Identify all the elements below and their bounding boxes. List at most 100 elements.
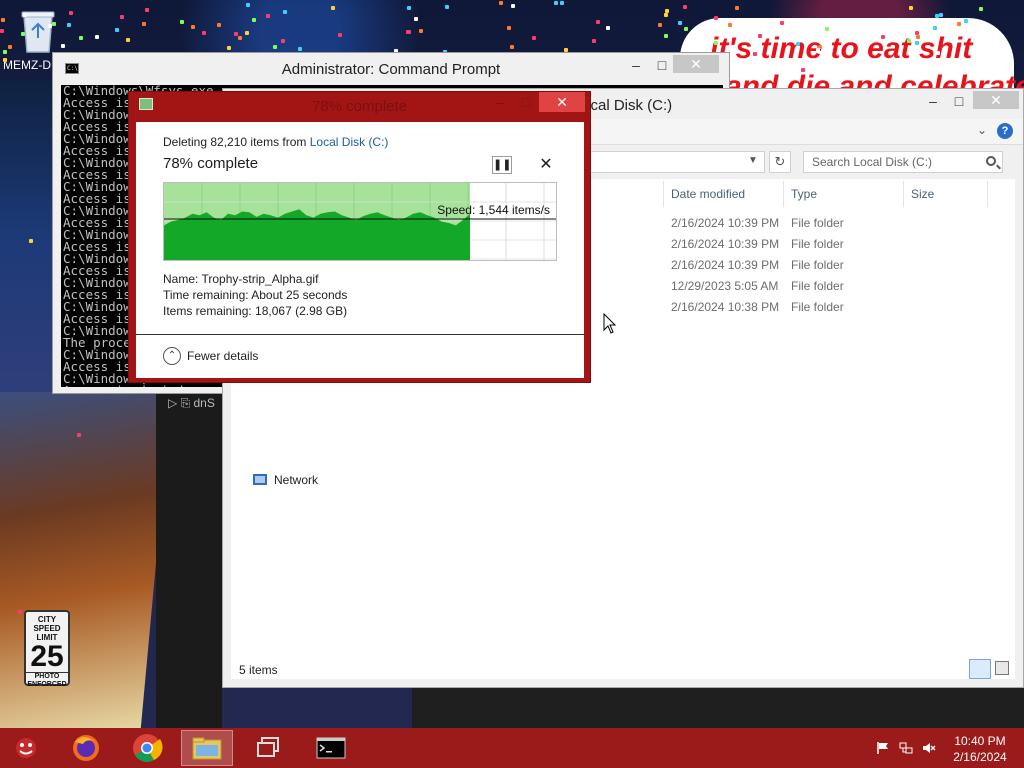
speed-graph-svg [164, 183, 556, 260]
explorer-maximize-button[interactable]: □ [946, 91, 972, 111]
percent-complete: 78% complete [163, 155, 259, 172]
confetti-particle [939, 13, 943, 17]
confetti-particle [252, 18, 256, 22]
file-type: File folder [791, 216, 844, 230]
large-icons-view-icon[interactable] [995, 661, 1009, 675]
confetti-particle [227, 46, 231, 50]
column-header-date[interactable]: Date modified [671, 187, 745, 201]
tree-item[interactable]: ▷ ⎘ dnS [168, 396, 215, 411]
confetti-particle [202, 31, 206, 35]
cancel-operation-button[interactable]: ✕ [538, 156, 554, 174]
file-type: File folder [791, 237, 844, 251]
confetti-particle [923, 32, 927, 36]
taskbar-explorer-button[interactable] [181, 730, 233, 766]
status-item-count: 5 items [239, 663, 278, 677]
file-row[interactable]: 2/16/2024 10:39 PM File folder [671, 237, 1011, 257]
confetti-particle [684, 27, 688, 31]
cmd-minimize-button[interactable]: – [623, 55, 649, 75]
dialog-minimize-button[interactable]: – [487, 92, 513, 112]
confetti-particle [281, 39, 285, 43]
chevron-up-icon: ⌃ [163, 347, 181, 365]
recycle-bin-label[interactable]: MEMZ-D [3, 58, 55, 72]
taskbar-firefox-button[interactable] [60, 730, 112, 766]
confetti-particle [816, 48, 820, 52]
fewer-details-label: Fewer details [187, 349, 259, 363]
confetti-particle [3, 50, 7, 54]
taskbar-clock-time[interactable]: 10:40 PM [940, 734, 1020, 748]
tree-item-label: dnS [193, 396, 215, 410]
folder-icon [192, 737, 222, 760]
confetti-particle [3, 58, 7, 62]
ribbon-expand-chevron-icon[interactable]: ⌄ [977, 123, 987, 137]
confetti-particle [596, 20, 600, 24]
file-date: 2/16/2024 10:39 PM [671, 237, 780, 251]
confetti-particle [67, 23, 71, 27]
confetti-particle [120, 15, 124, 19]
speed-label: Speed: 1,544 items/s [437, 203, 550, 217]
taskbar-task-view-button[interactable] [243, 730, 295, 766]
volume-muted-icon[interactable] [922, 742, 936, 754]
address-dropdown-chevron-icon[interactable]: ▼ [748, 155, 758, 166]
network-tray-icon[interactable] [899, 742, 913, 754]
confetti-particle [79, 36, 83, 40]
confetti-particle [217, 23, 221, 27]
confetti-particle [52, 22, 56, 26]
confetti-particle [1, 18, 5, 22]
file-row[interactable]: 2/16/2024 10:38 PM File folder [671, 300, 1011, 320]
confetti-particle [881, 35, 885, 39]
confetti-particle [266, 14, 270, 18]
file-row[interactable]: 2/16/2024 10:39 PM File folder [671, 258, 1011, 278]
confetti-particle [664, 34, 668, 38]
column-separator [987, 181, 988, 207]
dialog-close-button[interactable]: ✕ [539, 92, 585, 112]
delete-progress-dialog[interactable]: 78% complete – □ ✕ Deleting 82,210 items… [128, 91, 591, 383]
start-button-icon[interactable] [12, 736, 40, 760]
file-row[interactable]: 12/29/2023 5:05 AM File folder [671, 279, 1011, 299]
sign-top-text: CITY SPEED LIMIT [33, 615, 61, 642]
fewer-details-button[interactable]: ⌃ Fewer details [163, 346, 258, 366]
cmd-maximize-button[interactable]: □ [649, 55, 675, 75]
file-type: File folder [791, 300, 844, 314]
refresh-button[interactable]: ↻ [769, 151, 791, 173]
cmd-close-button[interactable]: ✕ [673, 55, 719, 73]
confetti-particle [664, 13, 668, 17]
explorer-close-button[interactable]: ✕ [973, 91, 1019, 109]
sign-number: 25 [30, 640, 64, 673]
search-icon[interactable] [986, 156, 996, 166]
confetti-particle [511, 4, 515, 8]
confetti-particle [714, 41, 718, 45]
chrome-icon [133, 734, 163, 762]
confetti-particle [115, 28, 119, 32]
details-view-icon[interactable] [969, 659, 991, 679]
file-row[interactable]: 2/16/2024 10:39 PM File folder [671, 216, 1011, 236]
pause-button[interactable]: ❚❚ [492, 156, 512, 174]
search-placeholder: Search Local Disk (C:) [812, 155, 933, 169]
dialog-maximize-button[interactable]: □ [513, 92, 539, 112]
confetti-particle [245, 31, 249, 35]
dialog-body: Deleting 82,210 items from Local Disk (C… [136, 122, 584, 378]
confetti-particle [246, 3, 250, 7]
taskbar-clock-date[interactable]: 2/16/2024 [940, 750, 1020, 764]
cmd-title-bar[interactable]: C:\ Administrator: Command Prompt – □ ✕ [53, 53, 729, 83]
delete-source-link[interactable]: Local Disk (C:) [310, 135, 389, 149]
action-center-flag-icon[interactable] [876, 742, 890, 754]
items-remaining: Items remaining: 18,067 (2.98 GB) [163, 304, 348, 318]
meme-text-line1: it's time to eat shit [710, 32, 973, 65]
column-header-type[interactable]: Type [791, 187, 817, 201]
search-input[interactable]: Search Local Disk (C:) [803, 151, 1003, 173]
column-header-size[interactable]: Size [911, 187, 934, 201]
confetti-particle [987, 48, 991, 52]
help-icon[interactable]: ? [997, 123, 1013, 139]
confetti-particle [560, 1, 564, 5]
confetti-particle [979, 7, 983, 11]
file-type: File folder [791, 258, 844, 272]
confetti-particle [964, 19, 968, 23]
explorer-minimize-button[interactable]: – [920, 91, 946, 111]
taskbar-chrome-button[interactable] [121, 730, 173, 766]
time-remaining: Time remaining: About 25 seconds [163, 288, 348, 302]
nav-item-network[interactable]: Network [253, 473, 318, 487]
confetti-particle [180, 20, 184, 24]
confetti-particle [283, 10, 287, 14]
taskbar-cmd-button[interactable] [305, 730, 357, 766]
confetti-particle [445, 5, 449, 9]
